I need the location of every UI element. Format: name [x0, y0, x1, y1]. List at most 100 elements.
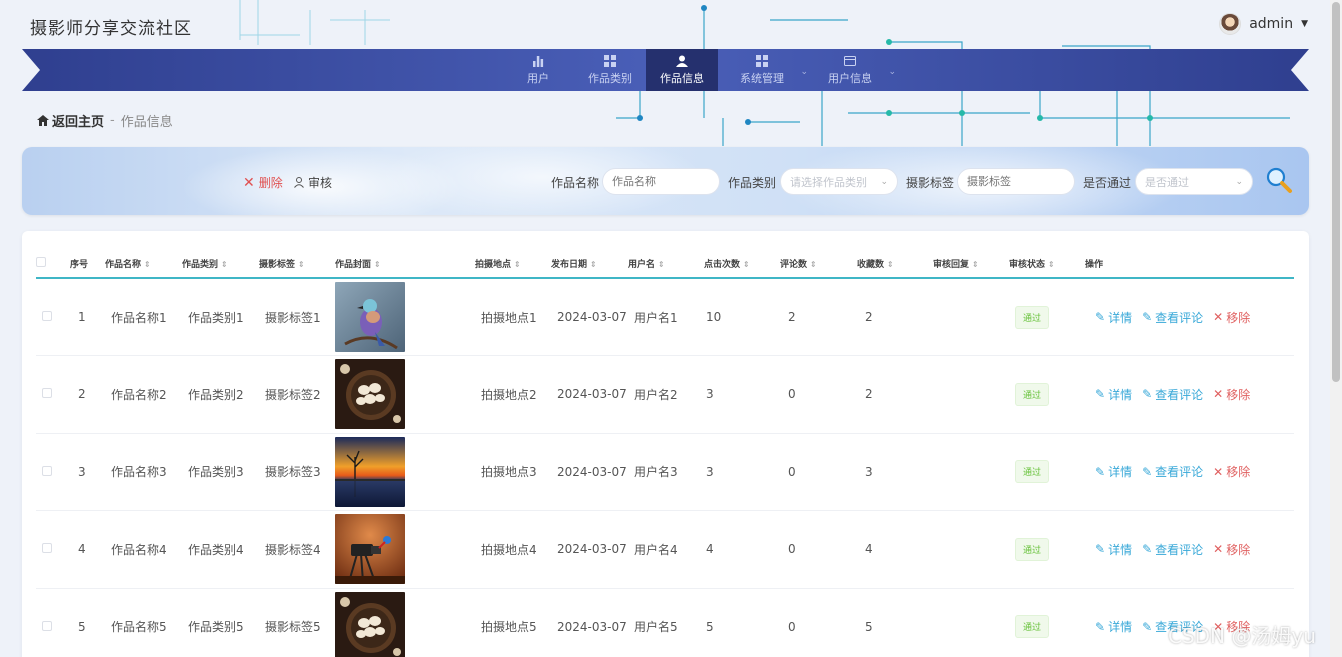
column-header[interactable]: 作品封面 ⇕: [335, 249, 475, 278]
detail-button[interactable]: ✎ 详情: [1095, 618, 1132, 635]
detail-button[interactable]: ✎ 详情: [1095, 463, 1132, 480]
category-filter-select[interactable]: 请选择作品类别 ⌄: [780, 168, 898, 195]
row-select-cell: [36, 511, 70, 589]
sort-icon[interactable]: ⇕: [658, 260, 665, 269]
sort-icon[interactable]: ⇕: [590, 260, 597, 269]
column-header-label: 作品封面: [335, 259, 372, 270]
column-header[interactable]: 用户名 ⇕: [628, 249, 704, 278]
view-comments-label: 查看评论: [1155, 310, 1204, 325]
status-cell: 通过: [1009, 278, 1085, 356]
caret-down-icon: ▼: [1301, 19, 1308, 29]
detail-icon: ✎: [1095, 619, 1106, 634]
name-filter-input[interactable]: [602, 168, 720, 195]
comment-icon: ✎: [1142, 387, 1153, 402]
column-header[interactable]: 摄影标签 ⇕: [259, 249, 335, 278]
tag-filter-input[interactable]: [957, 168, 1075, 195]
column-header[interactable]: 拍摄地点 ⇕: [475, 249, 551, 278]
table-header-row: 序号 作品名称 ⇕ 作品类别 ⇕ 摄影标签 ⇕ 作品封面 ⇕ 拍摄地点 ⇕ 发布日期 ⇕ 用户名 ⇕ 点击次数…: [36, 249, 1294, 278]
delete-button[interactable]: ✕ 删除: [243, 174, 283, 191]
search-icon[interactable]: [1265, 166, 1293, 194]
audit-button[interactable]: 审核: [294, 174, 332, 191]
column-header[interactable]: 作品名称 ⇕: [105, 249, 182, 278]
sort-icon[interactable]: ⇕: [374, 260, 381, 269]
cover-cell: [335, 588, 475, 657]
detail-icon: ✎: [1095, 542, 1106, 557]
sort-icon[interactable]: ⇕: [144, 260, 151, 269]
view-comments-button[interactable]: ✎ 查看评论: [1142, 463, 1203, 480]
sort-icon[interactable]: ⇕: [514, 260, 521, 269]
cover-image[interactable]: [335, 514, 475, 585]
sort-icon[interactable]: ⇕: [743, 260, 750, 269]
status-cell: 通过: [1009, 511, 1085, 589]
name-filter-label: 作品名称: [551, 176, 600, 190]
status-cell: 通过: [1009, 356, 1085, 434]
grid-icon: [756, 54, 768, 67]
detail-button[interactable]: ✎ 详情: [1095, 309, 1132, 326]
sort-icon[interactable]: ⇕: [887, 260, 894, 269]
detail-icon: ✎: [1095, 387, 1106, 402]
column-header[interactable]: 审核状态 ⇕: [1009, 249, 1085, 278]
column-header[interactable]: 点击次数 ⇕: [704, 249, 780, 278]
remove-button[interactable]: ✕ 移除: [1213, 386, 1250, 403]
nav-item-3[interactable]: 作品信息: [646, 49, 718, 91]
comment-icon: ✎: [1142, 464, 1153, 479]
user-cell: 用户名2: [634, 387, 678, 402]
sort-icon[interactable]: ⇕: [298, 260, 305, 269]
column-header[interactable]: 审核回复 ⇕: [933, 249, 1009, 278]
sort-icon[interactable]: ⇕: [972, 260, 979, 269]
remove-button[interactable]: ✕ 移除: [1213, 309, 1250, 326]
location-cell: 拍摄地点2: [481, 387, 537, 402]
pass-filter-select[interactable]: 是否通过 ⌄: [1135, 168, 1253, 195]
detail-button[interactable]: ✎ 详情: [1095, 386, 1132, 403]
status-badge: 通过: [1015, 537, 1050, 561]
cover-cell: [335, 433, 475, 511]
name-cell: 作品名称1: [111, 310, 167, 325]
sort-icon[interactable]: ⇕: [221, 260, 228, 269]
cover-image[interactable]: [335, 282, 475, 352]
detail-button[interactable]: ✎ 详情: [1095, 541, 1132, 558]
remove-label: 移除: [1226, 465, 1251, 480]
cover-image[interactable]: [335, 591, 475, 657]
row-checkbox[interactable]: [42, 543, 52, 554]
row-checkbox[interactable]: [42, 465, 52, 476]
sort-icon[interactable]: ⇕: [810, 260, 817, 269]
date-cell: 2024-03-07: [557, 310, 627, 324]
row-checkbox[interactable]: [42, 311, 52, 321]
column-header[interactable]: 序号: [70, 249, 105, 278]
column-header[interactable]: 作品类别 ⇕: [182, 249, 259, 278]
location-cell: 拍摄地点1: [481, 310, 537, 325]
column-header[interactable]: 发布日期 ⇕: [551, 249, 628, 278]
scrollbar-thumb[interactable]: [1332, 2, 1340, 382]
chevron-down-icon: ⌄: [880, 176, 888, 187]
nav-item-5[interactable]: 用户信息 ⌄: [806, 49, 896, 91]
nav-item-4[interactable]: 系统管理 ⌄: [718, 49, 808, 91]
remove-button[interactable]: ✕ 移除: [1213, 463, 1250, 480]
column-header[interactable]: 收藏数 ⇕: [857, 249, 933, 278]
bar-chart-icon: [533, 55, 544, 67]
user-menu[interactable]: admin ▼: [1219, 13, 1308, 35]
nav-item-2[interactable]: 作品类别: [574, 49, 646, 91]
cover-image[interactable]: [335, 359, 475, 430]
select-all-checkbox[interactable]: [36, 256, 46, 267]
row-checkbox[interactable]: [42, 620, 52, 631]
view-comments-button[interactable]: ✎ 查看评论: [1142, 386, 1203, 403]
view-comments-button[interactable]: ✎ 查看评论: [1142, 309, 1203, 326]
column-header-label: 审核状态: [1009, 259, 1046, 270]
cover-image[interactable]: [335, 436, 475, 507]
sort-icon[interactable]: ⇕: [1048, 260, 1055, 269]
favorites-cell: 3: [865, 464, 873, 479]
column-header[interactable]: 评论数 ⇕: [780, 249, 857, 278]
row-checkbox[interactable]: [42, 388, 52, 399]
remove-button[interactable]: ✕ 移除: [1213, 541, 1250, 558]
no-cell: 4: [78, 542, 86, 557]
table-card: 序号 作品名称 ⇕ 作品类别 ⇕ 摄影标签 ⇕ 作品封面 ⇕ 拍摄地点 ⇕ 发布日期 ⇕ 用户名 ⇕ 点击次数…: [22, 231, 1309, 657]
breadcrumb-home[interactable]: 返回主页: [37, 111, 104, 130]
table-row: 4 作品名称4 作品类别4 摄影标签4 拍摄地点4 2024-03-07 用户名4 4 0 4 通过…: [36, 511, 1294, 589]
nav-item-1[interactable]: 用户: [502, 49, 574, 91]
status-cell: 通过: [1009, 588, 1085, 657]
scrollbar[interactable]: [1330, 0, 1342, 657]
view-comments-button[interactable]: ✎ 查看评论: [1142, 541, 1203, 558]
location-cell: 拍摄地点4: [481, 542, 537, 557]
nav-item-label: 用户: [527, 71, 549, 85]
favorites-cell: 2: [865, 387, 873, 402]
